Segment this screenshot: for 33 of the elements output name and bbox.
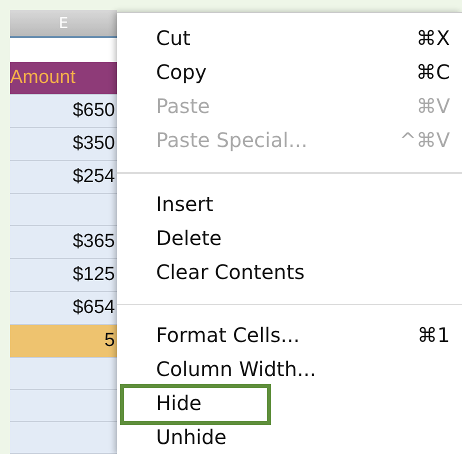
table-cell: $654: [10, 292, 117, 326]
shortcut-label: ⌘X: [416, 26, 450, 50]
shortcut-label: ⌘V: [416, 94, 450, 118]
menu-item[interactable]: Cut ⌘X: [117, 21, 462, 55]
menu-item-label: Format Cells...: [156, 323, 300, 347]
shortcut-label: ^⌘V: [400, 128, 450, 152]
menu-item[interactable]: Delete: [117, 220, 462, 254]
table-cell: $350: [10, 128, 117, 162]
menu-item-label: Paste: [156, 94, 210, 118]
table-cell: $125: [10, 259, 117, 292]
header-cell: Amount: [10, 62, 117, 96]
menu-item-label: Unhide: [156, 425, 227, 449]
menu-item-label: Cut: [156, 26, 190, 50]
menu-item-label: Clear Contents: [156, 260, 305, 284]
menu-item[interactable]: Copy ⌘C: [117, 55, 462, 89]
shortcut-label: ⌘C: [416, 60, 450, 84]
menu-item-label: Column Width...: [156, 357, 316, 381]
menu-item-label: Insert: [156, 192, 214, 216]
menu-item-label: Delete: [156, 226, 222, 250]
table-cell: $650: [10, 95, 117, 128]
table-cell: 5: [10, 325, 117, 358]
menu-item[interactable]: Insert: [117, 186, 462, 220]
menu-item-label: Paste Special...: [156, 128, 308, 152]
menu-item-label: Copy: [156, 60, 207, 84]
menu-item-label: Hide: [156, 391, 202, 415]
menu-item[interactable]: Clear Contents: [117, 254, 462, 288]
menu-item[interactable]: Format Cells... ⌘1: [117, 318, 462, 352]
shortcut-label: ⌘1: [417, 323, 450, 347]
table-cell: $254: [10, 161, 117, 194]
menu-item[interactable]: Hide: [117, 386, 462, 420]
menu-item[interactable]: Column Width...: [117, 352, 462, 386]
menu-item[interactable]: Unhide: [117, 420, 462, 454]
table-cell: $365: [10, 226, 117, 260]
